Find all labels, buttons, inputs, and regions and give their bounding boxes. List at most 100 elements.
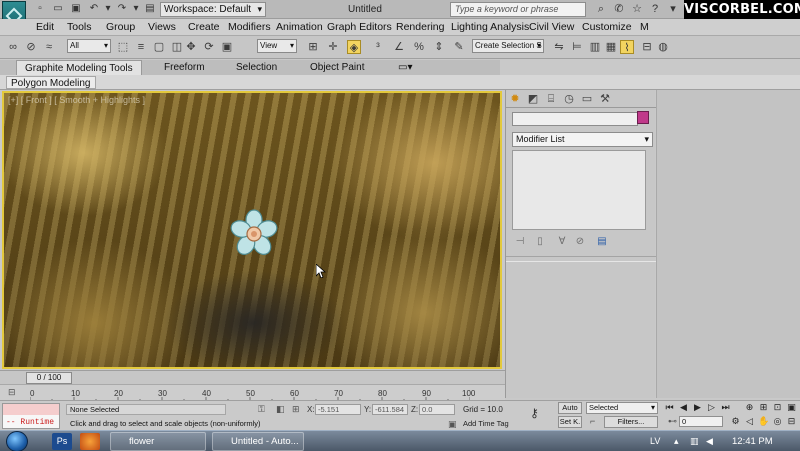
time-slider-thumb[interactable]: 0 / 100 <box>26 372 72 384</box>
key-filters-button[interactable]: Filters... <box>604 416 658 428</box>
make-unique-icon[interactable]: ∀ <box>556 236 568 248</box>
select-object-icon[interactable]: ⬚ <box>116 40 130 54</box>
favorites-star-icon[interactable]: ☆ <box>630 2 644 16</box>
edit-named-selection-icon[interactable]: ✎ <box>452 40 466 54</box>
taskbar-item-flower[interactable]: flower <box>110 432 206 451</box>
tab-graphite-modeling-tools[interactable]: Graphite Modeling Tools <box>16 60 142 75</box>
time-config-icon[interactable]: ⚙ <box>730 416 741 427</box>
x-coordinate-field[interactable]: -5.151 <box>315 404 361 415</box>
menu-tools[interactable]: Tools <box>67 21 92 33</box>
menu-create[interactable]: Create <box>188 21 220 33</box>
tab-selection[interactable]: Selection <box>228 60 285 75</box>
time-slider[interactable]: 0 / 100 <box>0 370 505 384</box>
binoculars-icon[interactable]: ⌕ <box>594 2 608 16</box>
pin-stack-icon[interactable]: ⊣ <box>514 236 526 248</box>
open-file-icon[interactable]: ▭ <box>52 3 64 15</box>
save-icon[interactable]: ▣ <box>70 3 82 15</box>
show-end-result-icon[interactable]: ▯ <box>534 236 546 248</box>
configure-sets-icon[interactable]: ▤ <box>596 236 608 248</box>
modify-tab-icon[interactable]: ◩ <box>526 92 540 106</box>
tray-expand-icon[interactable]: ▴ <box>674 436 679 447</box>
undo-dropdown-icon[interactable]: ▾ <box>102 3 114 15</box>
orbit-icon[interactable]: ◎ <box>772 416 783 427</box>
pan-view-icon[interactable]: ✋ <box>758 416 769 427</box>
menu-maxscript[interactable]: M <box>640 21 649 33</box>
undo-icon[interactable]: ↶ <box>88 3 100 15</box>
network-icon[interactable]: ▥ <box>690 436 699 447</box>
mini-curve-editor-icon[interactable]: ⊟ <box>8 387 16 398</box>
help-dropdown-icon[interactable]: ▾ <box>666 2 680 16</box>
viewport-label[interactable]: [+] [ Front ] [ Smooth + Highlights ] <box>8 95 145 105</box>
front-viewport[interactable]: [+] [ Front ] [ Smooth + Highlights ] <box>2 91 502 369</box>
zoom-extents-all-icon[interactable]: ▣ <box>786 402 797 413</box>
snaps-toggle-icon[interactable]: ³ <box>371 40 385 54</box>
create-tab-icon[interactable]: ✹ <box>508 92 522 106</box>
go-to-start-icon[interactable]: ⏮ <box>664 402 675 413</box>
mirror-icon[interactable]: ⇋ <box>552 40 566 54</box>
go-to-end-icon[interactable]: ⏭ <box>720 402 731 413</box>
new-file-icon[interactable]: ▫ <box>34 3 46 15</box>
help-icon[interactable]: ? <box>648 2 662 16</box>
menu-modifiers[interactable]: Modifiers <box>228 21 271 33</box>
curve-editor-icon[interactable]: ⌇ <box>620 40 634 54</box>
field-of-view-icon[interactable]: ◁ <box>744 416 755 427</box>
lock-selection-icon[interactable]: ⚿ <box>258 404 265 415</box>
utilities-tab-icon[interactable]: ⚒ <box>598 92 612 106</box>
select-scale-icon[interactable]: ▣ <box>220 40 234 54</box>
display-tab-icon[interactable]: ▭ <box>580 92 594 106</box>
z-coordinate-field[interactable]: 0.0 <box>419 404 455 415</box>
previous-frame-icon[interactable]: ◀ <box>678 402 689 413</box>
auto-key-button[interactable]: Auto <box>558 402 582 414</box>
menu-rendering[interactable]: Rendering <box>396 21 444 33</box>
key-mode-toggle-icon[interactable]: ⊷ <box>668 416 677 427</box>
rectangle-selection-icon[interactable]: ▢ <box>152 40 166 54</box>
y-coordinate-field[interactable]: -611.584 <box>372 404 408 415</box>
system-clock[interactable]: 12:41 PM <box>732 436 773 447</box>
ribbon-options-icon[interactable]: ▭▾ <box>390 60 420 75</box>
absolute-mode-icon[interactable]: ⊞ <box>292 404 300 415</box>
menu-civil-view[interactable]: Civil View <box>529 21 574 33</box>
maxscript-input-line[interactable] <box>3 404 59 415</box>
menu-animation[interactable]: Animation <box>276 21 323 33</box>
isolate-selection-icon[interactable]: ◧ <box>276 404 285 415</box>
schematic-view-icon[interactable]: ⊟ <box>640 40 654 54</box>
tab-object-paint[interactable]: Object Paint <box>302 60 372 75</box>
flower-object[interactable] <box>228 208 280 260</box>
zoom-icon[interactable]: ⊕ <box>744 402 755 413</box>
maximize-viewport-icon[interactable]: ⊟ <box>786 416 797 427</box>
next-frame-icon[interactable]: ▷ <box>706 402 717 413</box>
pivot-center-icon[interactable]: ⊞ <box>306 40 320 54</box>
play-icon[interactable]: ▶ <box>692 402 703 413</box>
set-key-icon[interactable]: ⚷ <box>530 406 539 420</box>
unlink-icon[interactable]: ⊘ <box>24 40 38 54</box>
start-button-icon[interactable] <box>6 431 28 451</box>
link-icon[interactable]: ∞ <box>6 40 20 54</box>
photoshop-icon[interactable]: Ps <box>52 433 72 450</box>
graphite-toggle-icon[interactable]: ▦ <box>604 40 618 54</box>
maxscript-listener[interactable]: -- Runtime <box>2 403 60 429</box>
language-indicator[interactable]: LV <box>650 436 660 446</box>
volume-icon[interactable]: ◀ <box>706 436 713 447</box>
modifier-stack[interactable] <box>512 150 646 230</box>
polygon-modeling-panel[interactable]: Polygon Modeling <box>6 76 96 89</box>
bind-space-warp-icon[interactable]: ≈ <box>42 40 56 54</box>
motion-tab-icon[interactable]: ◷ <box>562 92 576 106</box>
selection-filter-dropdown[interactable]: All <box>67 39 111 53</box>
layer-manager-icon[interactable]: ▥ <box>588 40 602 54</box>
current-frame-field[interactable]: 0 <box>679 416 723 427</box>
align-icon[interactable]: ⊨ <box>570 40 584 54</box>
workspace-dropdown[interactable]: Workspace: Default <box>160 2 266 17</box>
object-name-field[interactable] <box>512 112 638 126</box>
menu-edit[interactable]: Edit <box>36 21 54 33</box>
zoom-all-icon[interactable]: ⊞ <box>758 402 769 413</box>
select-rotate-icon[interactable]: ⟳ <box>202 40 216 54</box>
search-input[interactable]: Type a keyword or phrase <box>450 2 586 17</box>
time-tag-icon[interactable]: ▣ <box>448 419 457 430</box>
menu-customize[interactable]: Customize <box>582 21 632 33</box>
spinner-snap-icon[interactable]: ⇕ <box>432 40 446 54</box>
redo-icon[interactable]: ↷ <box>116 3 128 15</box>
tab-freeform[interactable]: Freeform <box>156 60 213 75</box>
named-selection-set-dropdown[interactable]: Create Selection S <box>472 39 544 53</box>
keyboard-shortcut-override-icon[interactable]: ◈ <box>347 40 361 54</box>
add-time-tag-button[interactable]: Add Time Tag <box>463 419 509 428</box>
